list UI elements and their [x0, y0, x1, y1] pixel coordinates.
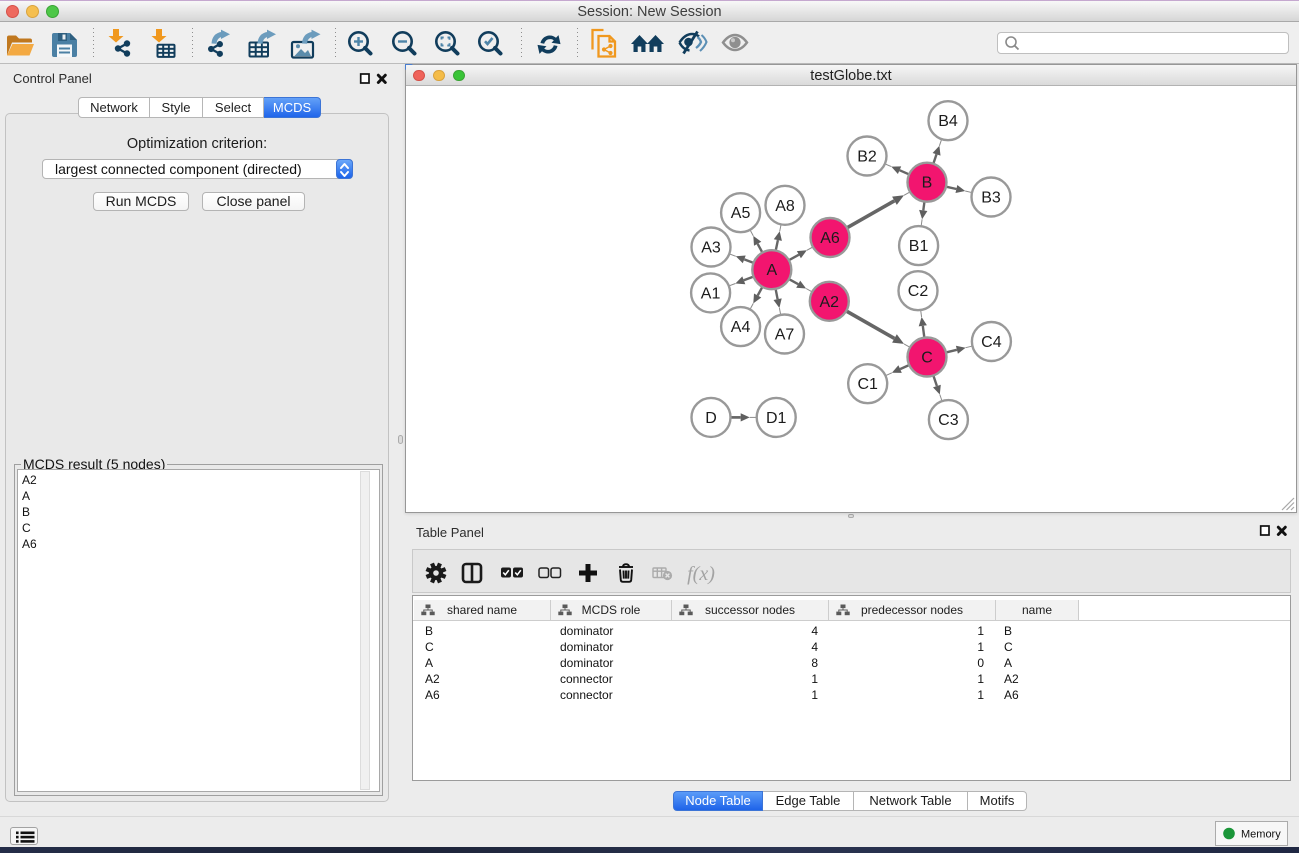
svg-text:A3: A3	[701, 240, 721, 257]
svg-text:f(x): f(x)	[687, 563, 715, 585]
svg-text:A5: A5	[731, 205, 751, 222]
svg-text:A: A	[766, 262, 777, 279]
svg-text:Memory: Memory	[1241, 829, 1281, 841]
svg-text:C: C	[921, 350, 933, 367]
svg-text:D: D	[705, 410, 717, 427]
svg-text:B: B	[922, 175, 933, 192]
svg-text:A1: A1	[701, 285, 721, 302]
svg-text:A4: A4	[731, 319, 751, 336]
svg-text:C2: C2	[908, 283, 929, 300]
svg-text:A6: A6	[820, 230, 840, 247]
svg-text:B3: B3	[981, 190, 1001, 207]
svg-text:C1: C1	[857, 376, 878, 393]
svg-text:D1: D1	[766, 410, 787, 427]
svg-text:B2: B2	[857, 149, 877, 166]
svg-text:C3: C3	[938, 412, 959, 429]
svg-text:A7: A7	[775, 327, 795, 344]
svg-text:B4: B4	[938, 113, 958, 130]
svg-text:B1: B1	[909, 238, 929, 255]
svg-text:A2: A2	[820, 294, 840, 311]
svg-text:C4: C4	[981, 334, 1002, 351]
svg-text:A8: A8	[775, 198, 795, 215]
